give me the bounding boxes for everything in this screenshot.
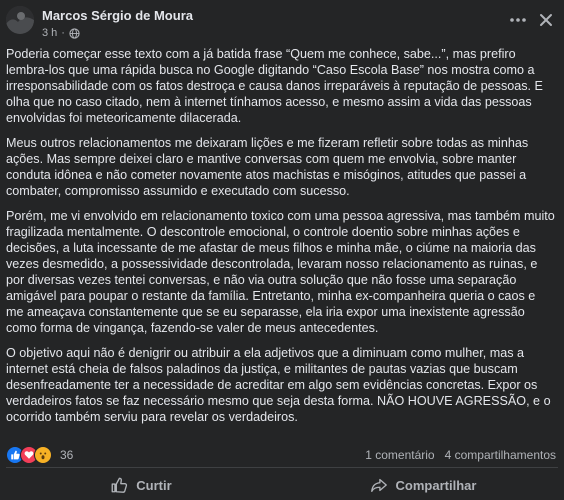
profile-photo (6, 6, 34, 34)
wow-icon (34, 446, 52, 464)
globe-icon (69, 27, 80, 39)
post-stats: 1 comentário 4 compartilhamentos (365, 448, 556, 462)
post-paragraph: Meus outros relacionamentos me deixaram … (6, 136, 529, 198)
post-paragraph: Poderia começar esse texto com a já bati… (6, 47, 543, 125)
author-name[interactable]: Marcos Sérgio de Moura (42, 8, 193, 23)
like-label: Curtir (136, 477, 172, 493)
post-text: Poderia começar esse texto com a já bati… (6, 46, 556, 434)
post-header: Marcos Sérgio de Moura 3 h · (0, 0, 564, 42)
shares-count-link[interactable]: 4 compartilhamentos (445, 448, 556, 462)
post-paragraph: O objetivo aqui não é denigrir ou atribu… (6, 346, 551, 424)
facebook-post: Marcos Sérgio de Moura 3 h · Poderia com… (0, 0, 564, 500)
avatar[interactable] (6, 6, 34, 34)
share-arrow-icon (370, 478, 387, 492)
share-label: Compartilhar (395, 477, 477, 493)
post-time[interactable]: 3 h (42, 27, 57, 39)
comments-count-link[interactable]: 1 comentário (365, 448, 434, 462)
meta-separator: · (61, 27, 65, 39)
like-button[interactable]: Curtir (0, 470, 282, 500)
thumbs-up-icon (111, 477, 128, 493)
share-button[interactable]: Compartilhar (282, 470, 564, 500)
close-icon[interactable] (536, 10, 556, 30)
reactions-summary[interactable]: 36 (6, 446, 73, 464)
post-paragraph: Porém, me vi envolvido em relacionamento… (6, 209, 555, 335)
post-meta: 3 h · (42, 27, 80, 39)
more-options-icon[interactable] (508, 10, 528, 30)
reaction-count: 36 (60, 448, 74, 462)
post-actions: Curtir Compartilhar (0, 470, 564, 500)
divider (6, 467, 558, 468)
